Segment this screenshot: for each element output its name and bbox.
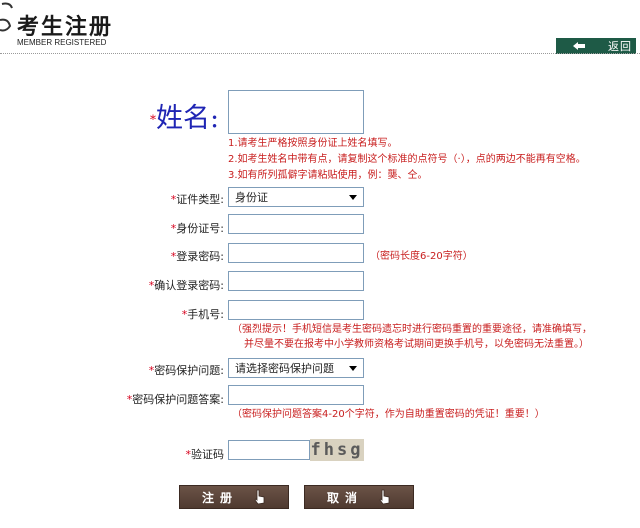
- security-answer-label-text: 密码保护问题答案:: [132, 393, 224, 406]
- security-question-label-text: 密码保护问题:: [154, 364, 224, 377]
- phone-label: *手机号:: [120, 306, 224, 322]
- security-question-value: 请选择密码保护问题: [235, 362, 334, 375]
- password-input[interactable]: [228, 243, 364, 263]
- submit-button[interactable]: 注册: [179, 485, 289, 509]
- cancel-button[interactable]: 取消: [304, 485, 414, 509]
- name-note-2: 2.如考生姓名中带有点，请复制这个标准的点符号（·），点的两边不能再有空格。: [228, 154, 586, 165]
- password-label: *登录密码:: [120, 248, 224, 264]
- security-answer-input[interactable]: [228, 385, 364, 405]
- captcha-label: *验证码: [150, 446, 225, 462]
- confirm-password-label-text: 确认登录密码:: [154, 279, 224, 292]
- phone-input[interactable]: [228, 300, 364, 320]
- page-subtitle: MEMBER REGISTERED: [17, 38, 107, 47]
- id-number-input[interactable]: [228, 214, 364, 234]
- security-question-label: *密码保护问题:: [110, 362, 224, 378]
- pointer-hand-icon: [379, 489, 390, 505]
- phone-label-text: 手机号:: [187, 308, 224, 321]
- captcha-input[interactable]: [228, 440, 310, 460]
- back-button-label: 返回: [608, 40, 632, 53]
- name-note-1: 1.请考生严格按照身份证上姓名填写。: [228, 138, 398, 149]
- phone-hint-line-1: （强烈提示！手机短信是考生密码遗忘时进行密码重置的重要途径，请准确填写，: [232, 324, 592, 335]
- id-type-select[interactable]: 身份证: [228, 187, 364, 207]
- captcha-image[interactable]: fhsg: [310, 439, 364, 461]
- name-label: *姓名:: [150, 96, 219, 135]
- chevron-down-icon: [349, 194, 357, 200]
- confirm-password-label: *确认登录密码:: [100, 277, 224, 293]
- chevron-down-icon: [349, 365, 357, 371]
- logo-fragment: [0, 0, 14, 46]
- security-question-select[interactable]: 请选择密码保护问题: [228, 358, 364, 378]
- back-arrow-icon: [573, 42, 585, 50]
- id-type-label-text: 证件类型:: [176, 193, 224, 206]
- password-label-text: 登录密码:: [176, 250, 224, 263]
- id-number-label-text: 身份证号:: [176, 222, 224, 235]
- confirm-password-input[interactable]: [228, 271, 364, 291]
- header-divider: [0, 53, 640, 54]
- name-note-3: 3.如有所列孤僻字请粘贴使用，例：龑、仝。: [228, 170, 428, 181]
- captcha-label-text: 验证码: [191, 448, 224, 461]
- security-answer-label: *密码保护问题答案:: [100, 391, 224, 407]
- name-input[interactable]: [228, 90, 364, 134]
- cancel-button-label: 取消: [326, 490, 363, 505]
- id-type-value: 身份证: [235, 191, 268, 204]
- captcha-text: fhsg: [310, 440, 364, 460]
- phone-hint-line-2: 并尽量不要在报考中小学教师资格考试期间更换手机号，以免密码无法重置。）: [244, 339, 589, 350]
- name-label-text: 姓名:: [156, 103, 220, 134]
- page-title: 考生注册: [17, 15, 114, 40]
- name-notes: 1.请考生严格按照身份证上姓名填写。 2.如考生姓名中带有点，请复制这个标准的点…: [228, 136, 586, 184]
- id-number-label: *身份证号:: [120, 220, 224, 236]
- id-type-label: *证件类型:: [120, 191, 224, 207]
- security-answer-hint: （密码保护问题答案4-20个字符，作为自助重置密码的凭证！重要！）: [232, 409, 545, 420]
- pointer-hand-icon: [254, 489, 265, 505]
- back-button[interactable]: 返回: [556, 38, 636, 54]
- password-hint: （密码长度6-20字符）: [370, 251, 473, 262]
- submit-button-label: 注册: [201, 490, 238, 505]
